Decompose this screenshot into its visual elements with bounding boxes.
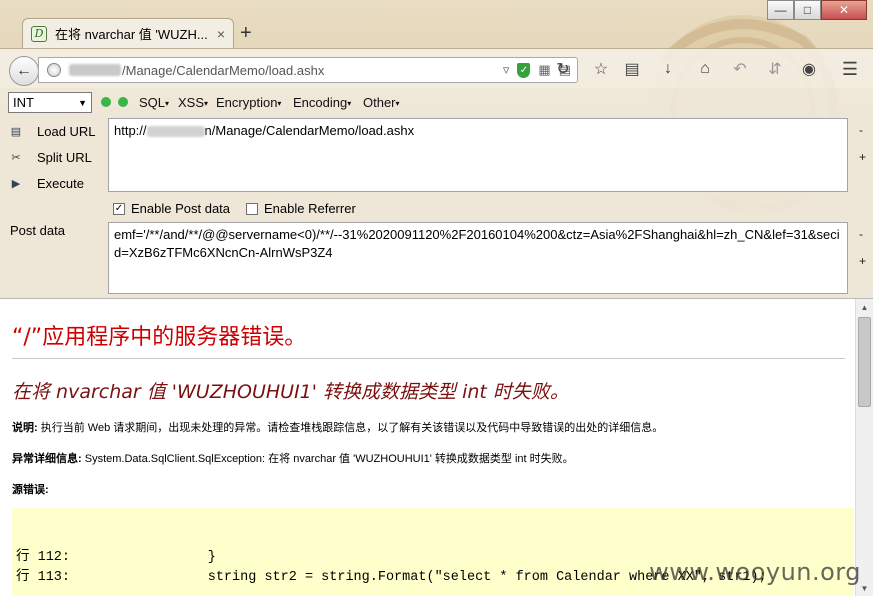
scroll-up-icon[interactable]: ▲ bbox=[856, 299, 873, 316]
code-line: 行 112: } bbox=[16, 550, 216, 565]
execute-label: Execute bbox=[37, 175, 84, 191]
dropdown-icon[interactable]: ▿ bbox=[503, 62, 510, 78]
description-line: 说明: 执行当前 Web 请求期间，出现未处理的异常。请检查堆栈跟踪信息，以了解… bbox=[12, 419, 663, 435]
execute-button[interactable]: ▶ Execute bbox=[8, 175, 84, 191]
tab-title: 在将 nvarchar 值 'WUZH... bbox=[55, 27, 208, 42]
xss-menu[interactable]: XSS▾ bbox=[178, 95, 208, 110]
scissors-icon: ✂ bbox=[11, 151, 21, 164]
encryption-menu[interactable]: Encryption▾ bbox=[216, 95, 281, 110]
close-window-button[interactable]: ✕ bbox=[821, 0, 867, 20]
maximize-button[interactable]: □ bbox=[794, 0, 821, 20]
redacted-host bbox=[146, 126, 205, 138]
type-select-value: INT bbox=[13, 95, 34, 110]
tab-close-icon[interactable]: × bbox=[217, 26, 225, 42]
menu-icon[interactable]: ☰ bbox=[839, 58, 861, 80]
page-content: “/”应用程序中的服务器错误。 在将 nvarchar 值 'WUZHOUHUI… bbox=[0, 298, 873, 596]
other-menu[interactable]: Other▾ bbox=[363, 95, 400, 110]
enable-post-label: Enable Post data bbox=[131, 201, 231, 216]
shrink-url-button[interactable]: - bbox=[859, 123, 863, 137]
encoding-menu-label: Encoding bbox=[293, 95, 348, 110]
shrink-post-button[interactable]: - bbox=[859, 227, 863, 241]
url-path: n/Manage/CalendarMemo/load.ashx bbox=[204, 123, 415, 138]
url-text[interactable]: /Manage/CalendarMemo/load.ashx bbox=[122, 63, 503, 78]
site-favicon-icon: D bbox=[31, 25, 47, 42]
split-url-button[interactable]: ✂ Split URL bbox=[8, 149, 92, 165]
bookmark-star-icon[interactable]: ☆ bbox=[590, 58, 612, 80]
description-label: 说明: bbox=[12, 422, 38, 434]
vertical-scrollbar[interactable]: ▲ ▼ bbox=[855, 299, 873, 596]
divider bbox=[12, 358, 845, 359]
split-url-label: Split URL bbox=[37, 149, 92, 165]
url-bar[interactable]: /Manage/CalendarMemo/load.ashx ▿ ✓ ▦ ▤ bbox=[38, 57, 578, 83]
encryption-menu-label: Encryption bbox=[216, 95, 278, 110]
increment-icon[interactable] bbox=[118, 97, 128, 107]
chevron-down-icon: ▼ bbox=[78, 97, 87, 108]
browser-tab[interactable]: D 在将 nvarchar 值 'WUZH... × bbox=[22, 18, 234, 48]
download-icon[interactable]: ↓ bbox=[657, 58, 679, 80]
addon-icon[interactable]: ◉ bbox=[798, 58, 820, 80]
sql-menu[interactable]: SQL▾ bbox=[139, 95, 169, 110]
arrow-left-icon: ← bbox=[16, 62, 32, 79]
decrement-icon[interactable] bbox=[101, 97, 111, 107]
home-icon[interactable]: ⌂ bbox=[694, 58, 716, 80]
redacted-host bbox=[69, 64, 121, 76]
post-data-label: Post data bbox=[10, 223, 65, 238]
url-textarea[interactable]: http:// n/Manage/CalendarMemo/load.ashx bbox=[108, 118, 848, 192]
error-subtitle: 在将 nvarchar 值 'WUZHOUHUI1' 转换成数据类型 int 时… bbox=[12, 381, 569, 403]
expand-url-button[interactable]: + bbox=[859, 150, 866, 164]
post-data-textarea[interactable]: emf='/**/and/**/@@servername<0)/**/--31%… bbox=[108, 222, 848, 294]
description-text: 执行当前 Web 请求期间，出现未处理的异常。请检查堆栈跟踪信息，以了解有关该错… bbox=[37, 422, 664, 434]
exception-label: 异常详细信息: bbox=[12, 453, 82, 465]
shield-icon[interactable]: ✓ bbox=[517, 62, 531, 78]
type-select[interactable]: INT ▼ bbox=[8, 92, 92, 113]
enable-referrer-checkbox[interactable]: Enable Referrer bbox=[246, 201, 356, 216]
new-tab-button[interactable]: + bbox=[240, 22, 252, 45]
exception-line: 异常详细信息: System.Data.SqlClient.SqlExcepti… bbox=[12, 450, 574, 466]
url-prefix: http:// bbox=[114, 123, 147, 138]
globe-icon bbox=[47, 63, 61, 77]
encoding-menu[interactable]: Encoding▾ bbox=[293, 95, 351, 110]
checkbox-empty-icon bbox=[246, 202, 258, 215]
enable-referrer-label: Enable Referrer bbox=[264, 201, 356, 216]
minimize-button[interactable]: — bbox=[767, 0, 794, 20]
qr-icon[interactable]: ▦ bbox=[538, 62, 550, 78]
back-button[interactable]: ← bbox=[9, 56, 39, 86]
enable-post-checkbox[interactable]: ✓ Enable Post data bbox=[113, 201, 230, 216]
undo-icon[interactable]: ↶ bbox=[729, 58, 751, 80]
expand-post-button[interactable]: + bbox=[859, 254, 866, 268]
watermark: www.wooyun.org bbox=[649, 558, 861, 586]
reload-icon[interactable]: ↻ bbox=[552, 58, 574, 80]
reading-list-icon[interactable]: ▤ bbox=[621, 58, 643, 80]
other-menu-label: Other bbox=[363, 95, 396, 110]
checkbox-checked-icon: ✓ bbox=[113, 202, 125, 215]
exception-text: System.Data.SqlClient.SqlException: 在将 n… bbox=[81, 453, 574, 465]
load-url-button[interactable]: ▤ Load URL bbox=[8, 123, 96, 139]
window-controls: — □ ✕ bbox=[767, 0, 867, 20]
sync-icon[interactable]: ⇵ bbox=[764, 58, 786, 80]
xss-menu-label: XSS bbox=[178, 95, 205, 110]
browser-window: — □ ✕ D 在将 nvarchar 值 'WUZH... × + ← /Ma… bbox=[0, 0, 873, 596]
page-title: “/”应用程序中的服务器错误。 bbox=[12, 325, 307, 350]
source-error-label: 源错误: bbox=[12, 484, 49, 496]
sql-menu-label: SQL bbox=[139, 95, 166, 110]
play-icon: ▶ bbox=[11, 177, 21, 190]
scrollbar-thumb[interactable] bbox=[858, 317, 871, 407]
source-error-line: 源错误: bbox=[12, 481, 49, 497]
load-url-icon: ▤ bbox=[10, 125, 22, 138]
load-url-label: Load URL bbox=[37, 123, 96, 139]
